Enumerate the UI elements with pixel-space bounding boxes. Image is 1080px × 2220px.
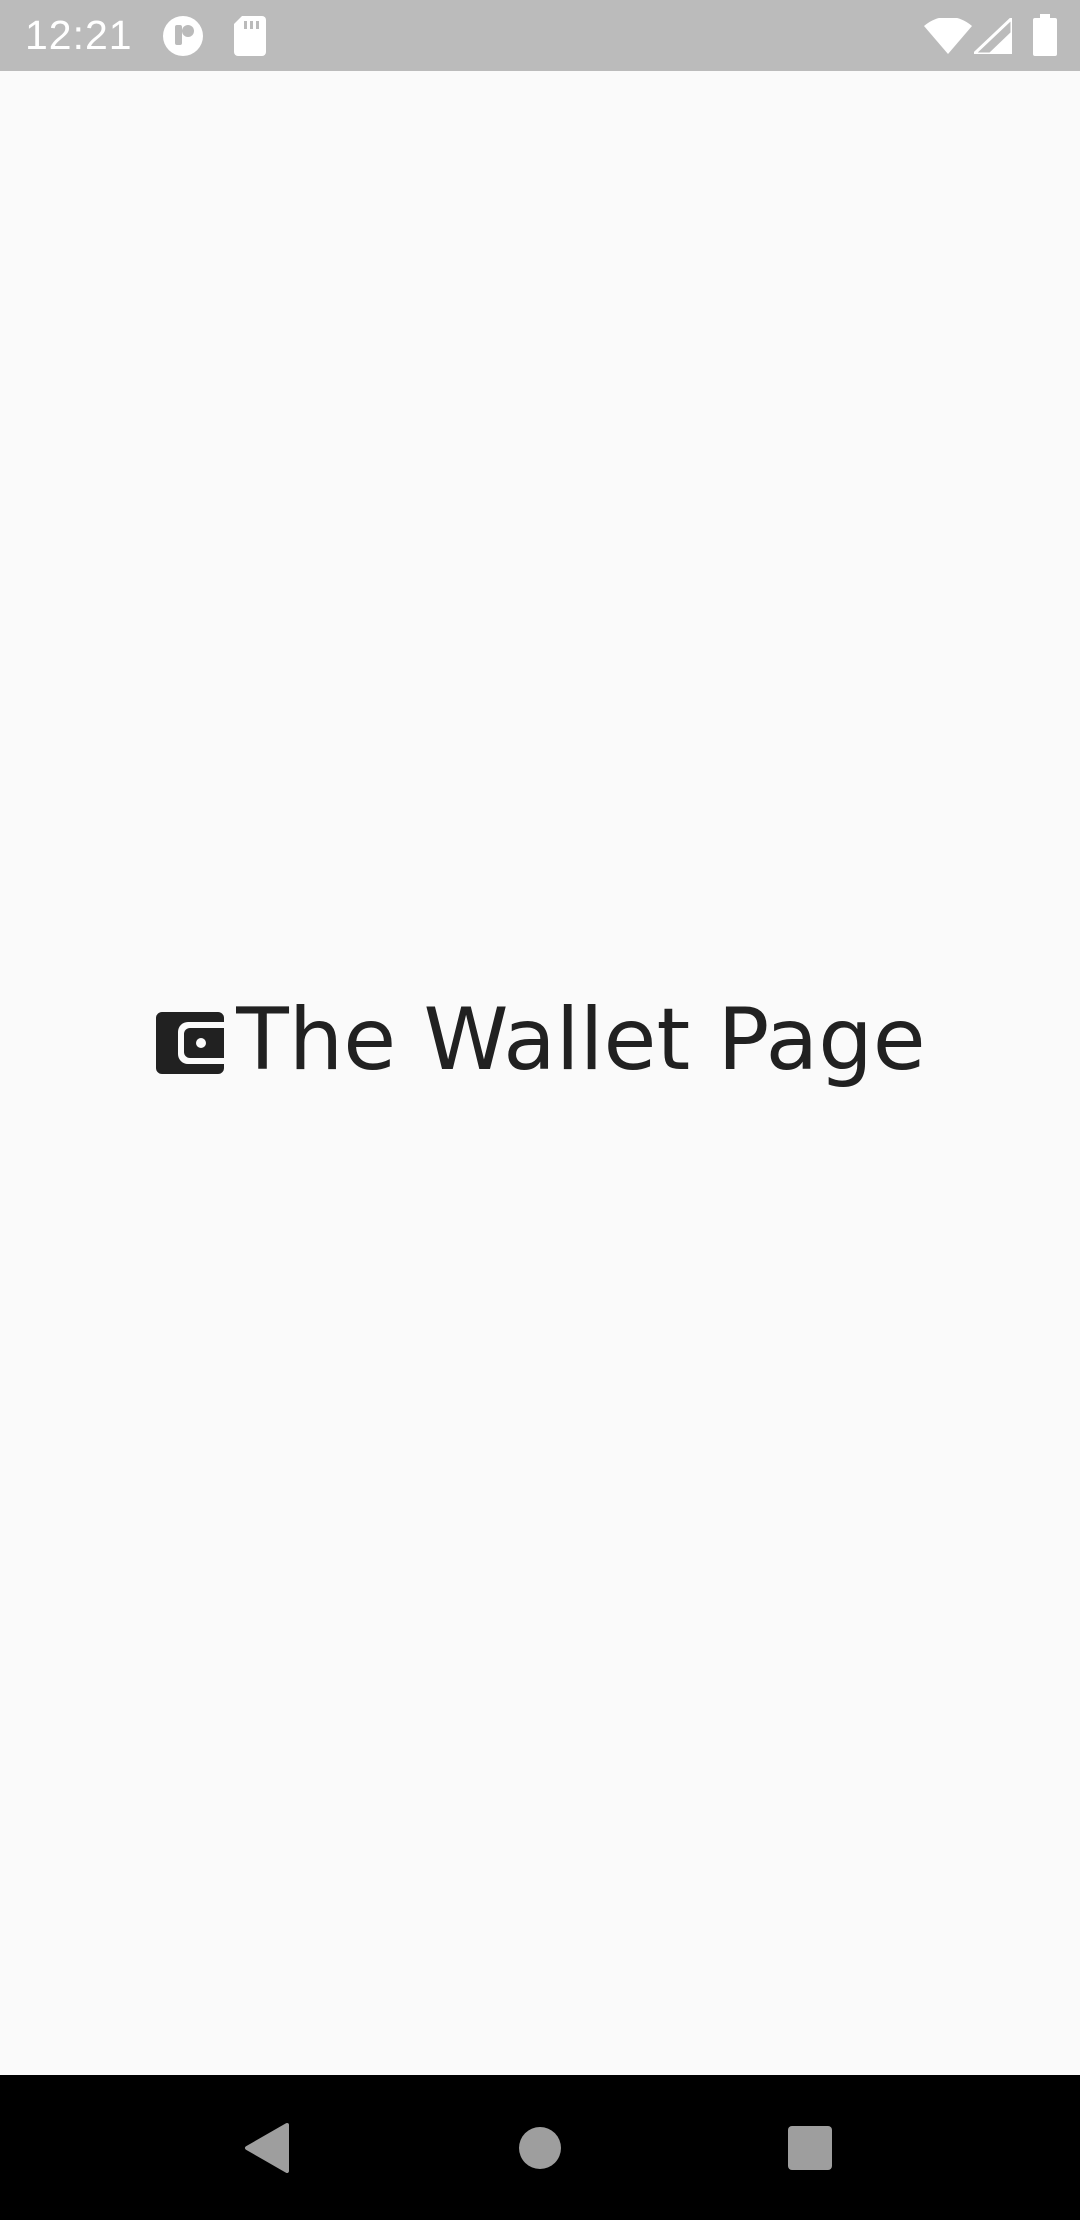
app-title: The Wallet Page [236,990,926,1090]
notification-app-icon [162,15,204,57]
splash-screen: 12:21 The Wallet Page [0,0,1080,2220]
back-button[interactable] [230,2111,304,2185]
wifi-icon [924,18,972,54]
battery-icon [1033,14,1057,56]
status-time: 12:21 [25,12,133,58]
home-circle-icon [519,2127,561,2169]
home-button[interactable] [503,2111,577,2185]
splash-logo: The Wallet Page [0,990,1080,1090]
status-bar: 12:21 [0,0,1080,71]
recents-square-icon [788,2126,832,2170]
sd-card-icon [234,16,266,56]
cell-signal-icon [974,18,1012,54]
back-triangle-icon [245,2123,289,2173]
navigation-bar [0,2075,1080,2220]
wallet-icon [154,1008,226,1078]
recents-button[interactable] [773,2111,847,2185]
